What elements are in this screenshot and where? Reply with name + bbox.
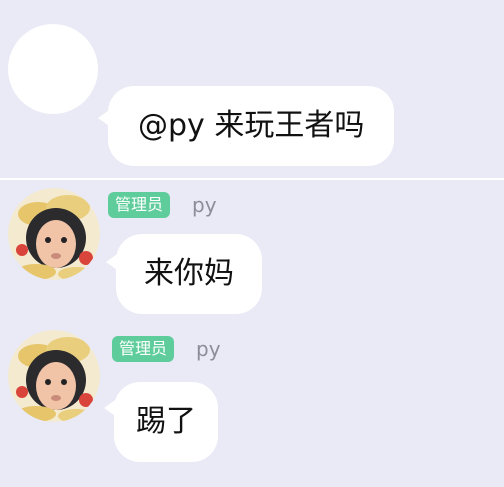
role-badge: 管理员 (108, 192, 171, 218)
sender-nickname[interactable]: py (196, 336, 221, 362)
message-text: 来你妈 (144, 256, 234, 291)
baby-avatar-icon[interactable] (8, 330, 100, 422)
role-badge: 管理员 (112, 336, 175, 362)
message-bubble[interactable]: 踢了 (114, 382, 218, 462)
message-text: @py 来玩王者吗 (138, 108, 365, 143)
chat-screen: { "colors": { "background": "#e9eaf6", "… (0, 0, 504, 487)
message-text: 踢了 (136, 404, 196, 439)
message-bubble[interactable]: @py 来玩王者吗 (108, 86, 395, 166)
chat-message: @py 来玩王者吗 (0, 0, 504, 178)
baby-avatar-icon[interactable] (8, 188, 100, 280)
sender-avatar[interactable] (8, 24, 98, 114)
message-bubble[interactable]: 来你妈 (116, 234, 262, 314)
chat-message: 管理员 py 来你妈 (0, 180, 504, 320)
sender-nickname[interactable]: py (192, 192, 217, 218)
chat-message: 管理员 py 踢了 (0, 326, 504, 476)
